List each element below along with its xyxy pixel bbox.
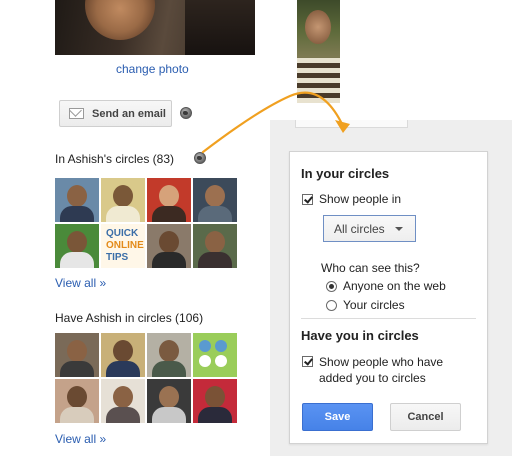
in-your-circles-heading: In your circles xyxy=(301,166,390,181)
save-button[interactable]: Save xyxy=(302,403,373,431)
show-people-in-checkbox-row[interactable]: Show people in xyxy=(302,192,401,206)
section-divider xyxy=(301,318,476,319)
chevron-down-icon xyxy=(394,226,403,231)
profile-sidebar: change photo Send an email In Ashish's c… xyxy=(0,0,270,456)
avatar[interactable] xyxy=(101,333,145,377)
avatar[interactable] xyxy=(101,178,145,222)
avatar[interactable] xyxy=(101,379,145,423)
avatar[interactable] xyxy=(55,178,99,222)
send-email-button[interactable]: Send an email xyxy=(59,100,172,127)
circles-dropdown[interactable]: All circles xyxy=(323,215,416,242)
avatar[interactable] xyxy=(147,178,191,222)
show-added-checkbox-row[interactable]: Show people who have added you to circle… xyxy=(302,354,443,386)
logo-line: ONLINE xyxy=(106,240,144,251)
avatar[interactable] xyxy=(55,333,99,377)
have-you-in-circles-heading: Have you in circles xyxy=(301,328,419,343)
your-circles-radio[interactable] xyxy=(326,299,337,311)
globe-icon xyxy=(194,152,206,164)
circles-dropdown-label: All circles xyxy=(334,221,385,236)
avatar[interactable] xyxy=(193,379,237,423)
show-people-in-checkbox[interactable] xyxy=(302,194,313,205)
show-added-label: Show people who have added you to circle… xyxy=(319,354,443,386)
tab-stub xyxy=(295,120,408,128)
avatar[interactable] xyxy=(147,224,191,268)
send-email-label: Send an email xyxy=(92,107,166,120)
profile-photo-face xyxy=(85,0,155,40)
change-photo-link[interactable]: change photo xyxy=(116,62,189,76)
anyone-on-web-radio[interactable] xyxy=(326,280,337,292)
view-all-link[interactable]: View all » xyxy=(55,276,106,290)
cancel-button[interactable]: Cancel xyxy=(390,403,461,431)
your-circles-label: Your circles xyxy=(343,298,405,312)
avatar[interactable] xyxy=(193,224,237,268)
avatar[interactable] xyxy=(147,379,191,423)
anyone-on-web-radio-row[interactable]: Anyone on the web xyxy=(326,279,446,293)
quick-online-tips-logo[interactable]: QUICK ONLINE TIPS xyxy=(101,224,145,268)
avatar[interactable] xyxy=(147,333,191,377)
show-people-in-label: Show people in xyxy=(319,192,402,206)
circles-dots-avatar[interactable] xyxy=(193,333,237,377)
profile-cover-photo xyxy=(297,0,340,103)
avatar[interactable] xyxy=(55,379,99,423)
view-all-link[interactable]: View all » xyxy=(55,432,106,446)
logo-line: TIPS xyxy=(106,252,129,263)
avatar[interactable] xyxy=(55,224,99,268)
anyone-on-web-label: Anyone on the web xyxy=(343,279,446,293)
profile-photo[interactable] xyxy=(55,0,255,55)
show-added-label-line2: added you to circles xyxy=(319,371,426,385)
globe-icon xyxy=(180,107,192,119)
have-in-circles-avatar-grid xyxy=(55,333,237,423)
your-circles-radio-row[interactable]: Your circles xyxy=(326,298,405,312)
show-added-label-line1: Show people who have xyxy=(319,355,444,369)
profile-photo-shadow xyxy=(185,0,255,55)
who-can-see-label: Who can see this? xyxy=(321,261,420,275)
show-added-checkbox[interactable] xyxy=(302,356,313,367)
mail-icon xyxy=(69,108,84,119)
logo-line: QUICK xyxy=(106,228,139,239)
in-circles-title: In Ashish's circles (83) xyxy=(55,152,174,166)
avatar[interactable] xyxy=(193,178,237,222)
have-in-circles-title: Have Ashish in circles (106) xyxy=(55,311,204,325)
in-circles-avatar-grid: QUICK ONLINE TIPS xyxy=(55,178,237,268)
